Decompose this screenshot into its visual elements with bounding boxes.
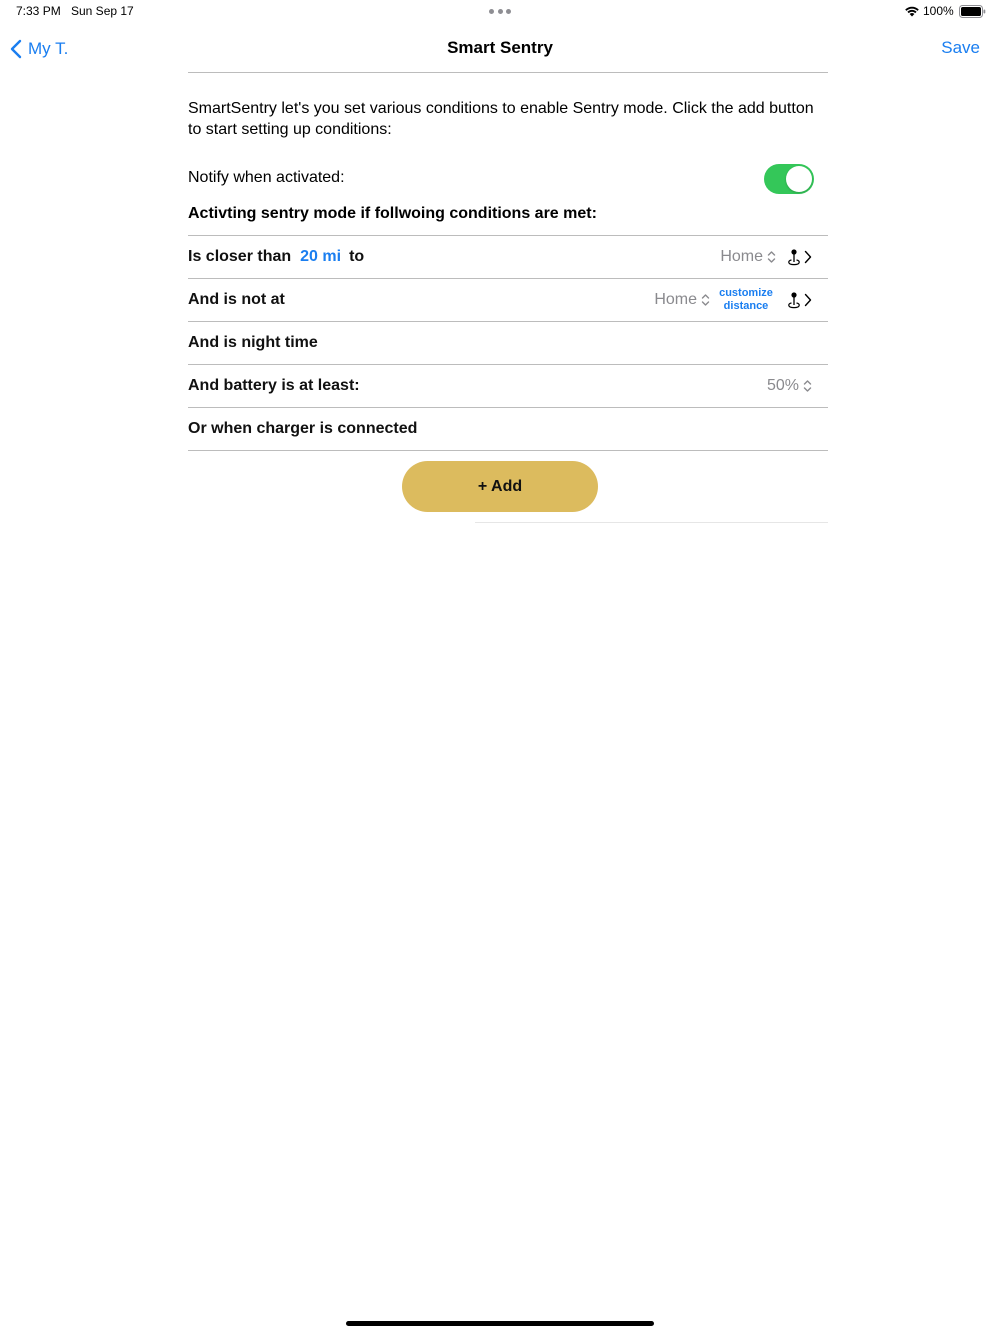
- notify-toggle[interactable]: [764, 164, 814, 194]
- location-value: Home: [720, 248, 763, 265]
- chevron-right-icon[interactable]: [804, 250, 812, 264]
- divider: [188, 72, 828, 73]
- chevron-updown-icon: [767, 251, 776, 263]
- divider: [188, 450, 828, 451]
- distance-value[interactable]: 20 mi: [300, 248, 341, 266]
- status-time: 7:33 PM: [16, 4, 61, 18]
- divider: [475, 522, 828, 523]
- condition-row-closer-than[interactable]: Is closer than 20 mi to Home: [188, 236, 828, 278]
- conditions-heading: Activting sentry mode if follwoing condi…: [188, 205, 597, 222]
- home-indicator[interactable]: [346, 1321, 654, 1326]
- condition-row-battery[interactable]: And battery is at least: 50%: [188, 365, 828, 407]
- battery-percent: 100%: [923, 4, 954, 18]
- chevron-right-icon[interactable]: [804, 293, 812, 307]
- location-value: Home: [654, 291, 697, 308]
- toggle-knob: [786, 166, 812, 192]
- condition-label: And is night time: [188, 334, 318, 351]
- location-pin-icon[interactable]: [786, 248, 802, 266]
- add-condition-button[interactable]: + Add: [402, 461, 598, 512]
- battery-value: 50%: [766, 377, 799, 394]
- condition-row-charger[interactable]: Or when charger is connected: [188, 408, 828, 450]
- condition-label: Is closer than: [188, 248, 292, 265]
- chevron-updown-icon: [803, 380, 812, 392]
- wifi-icon: [905, 6, 919, 17]
- page-title: Smart Sentry: [447, 38, 553, 57]
- location-picker[interactable]: Home: [720, 248, 776, 266]
- customize-line-2: distance: [723, 300, 769, 312]
- condition-label: Or when charger is connected: [188, 420, 418, 437]
- customize-distance-button[interactable]: customize distance: [716, 287, 776, 313]
- condition-label: And is not at: [188, 291, 285, 308]
- description-text: SmartSentry let's you set various condit…: [188, 100, 814, 138]
- chevron-updown-icon: [701, 294, 710, 306]
- condition-row-night-time[interactable]: And is night time: [188, 322, 828, 364]
- location-pin-icon[interactable]: [786, 291, 802, 309]
- battery-icon: [959, 5, 986, 18]
- more-dots-icon[interactable]: [489, 7, 511, 15]
- condition-label: And battery is at least:: [188, 377, 360, 394]
- status-date: Sun Sep 17: [71, 4, 134, 18]
- save-button[interactable]: Save: [941, 38, 980, 58]
- condition-row-not-at[interactable]: And is not at Home customize distance: [188, 279, 828, 321]
- location-picker[interactable]: Home: [654, 291, 710, 309]
- notify-label: Notify when activated:: [188, 169, 345, 186]
- battery-picker[interactable]: 50%: [767, 377, 812, 395]
- condition-suffix: to: [349, 248, 365, 265]
- customize-line-1: customize: [719, 287, 773, 299]
